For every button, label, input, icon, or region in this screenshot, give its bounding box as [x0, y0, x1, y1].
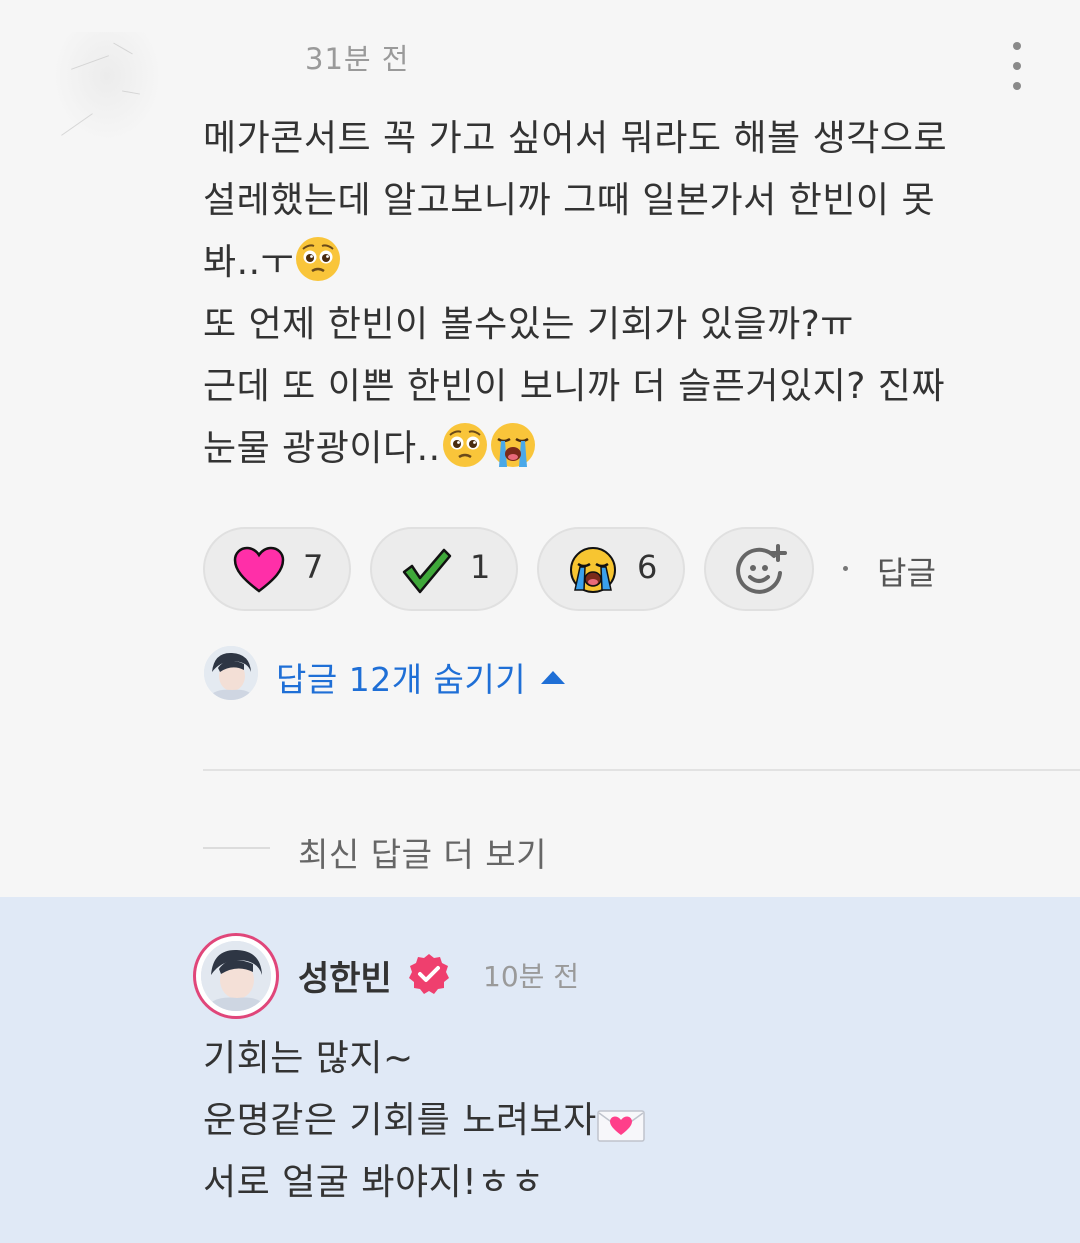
- love-letter-icon: [596, 1099, 645, 1161]
- blurred-avatar[interactable]: [52, 32, 162, 142]
- reply-line: 운명같은 기회를 노려보자: [203, 1090, 1033, 1152]
- comment-timestamp: 31분 전: [305, 42, 410, 76]
- separator-dot: [843, 566, 848, 571]
- check-icon: [402, 548, 452, 594]
- loudly-crying-face-icon: [489, 421, 537, 489]
- verified-badge-icon: [409, 954, 449, 994]
- reply-avatar[interactable]: [193, 933, 279, 1019]
- comment-line: 눈물 광광이다..: [203, 418, 1033, 480]
- reply-body: 기회는 많지~ 운명같은 기회를 노려보자 서로 얼굴 봐야지!ㅎㅎ: [203, 1028, 1033, 1214]
- heart-icon: [233, 546, 285, 593]
- divider: [203, 769, 1080, 771]
- comment-line: 설레했는데 알고보니까 그때 일본가서 한빈이 못: [203, 180, 936, 221]
- hide-replies-button[interactable]: 답글 12개 숨기기: [276, 653, 526, 701]
- reply-author-name[interactable]: 성한빈: [298, 951, 392, 1000]
- reaction-count: 7: [303, 548, 324, 586]
- more-latest-replies-button[interactable]: 최신 답글 더 보기: [298, 828, 547, 876]
- divider: [203, 847, 270, 849]
- add-emoji-icon: [736, 544, 787, 594]
- reply-button[interactable]: 답글: [877, 548, 936, 594]
- comment-line: 메가콘서트 꼭 가고 싶어서 뭐라도 해볼 생각으로: [203, 118, 948, 159]
- avatar: [204, 646, 258, 700]
- reply-line: 서로 얼굴 봐야지!ㅎㅎ: [203, 1162, 545, 1203]
- comment-line: 봐..ㅜ: [203, 232, 1033, 294]
- add-reaction-button[interactable]: [704, 527, 814, 611]
- pleading-face-icon: [294, 235, 342, 303]
- pleading-face-icon: [441, 421, 489, 489]
- comment-line: 근데 또 이쁜 한빈이 보니까 더 슬픈거있지? 진짜: [203, 366, 945, 407]
- crying-face-icon: [570, 547, 616, 593]
- reaction-heart-button[interactable]: 7: [203, 527, 351, 611]
- reaction-count: 6: [637, 548, 658, 586]
- reaction-crying-button[interactable]: 6: [537, 527, 685, 611]
- more-options-icon[interactable]: [1000, 38, 1034, 94]
- reply-timestamp: 10분 전: [483, 960, 580, 993]
- comment-body: 메가콘서트 꼭 가고 싶어서 뭐라도 해볼 생각으로 설레했는데 알고보니까 그…: [203, 108, 1033, 480]
- reply-line: 기회는 많지~: [203, 1038, 414, 1079]
- comment-line: 또 언제 한빈이 볼수있는 기회가 있을까?ㅠ: [203, 304, 854, 345]
- reaction-check-button[interactable]: 1: [370, 527, 518, 611]
- caret-up-icon[interactable]: [541, 671, 565, 684]
- comment-thread: 31분 전 메가콘서트 꼭 가고 싶어서 뭐라도 해볼 생각으로 설레했는데 알…: [0, 0, 1080, 1243]
- reaction-count: 1: [470, 548, 491, 586]
